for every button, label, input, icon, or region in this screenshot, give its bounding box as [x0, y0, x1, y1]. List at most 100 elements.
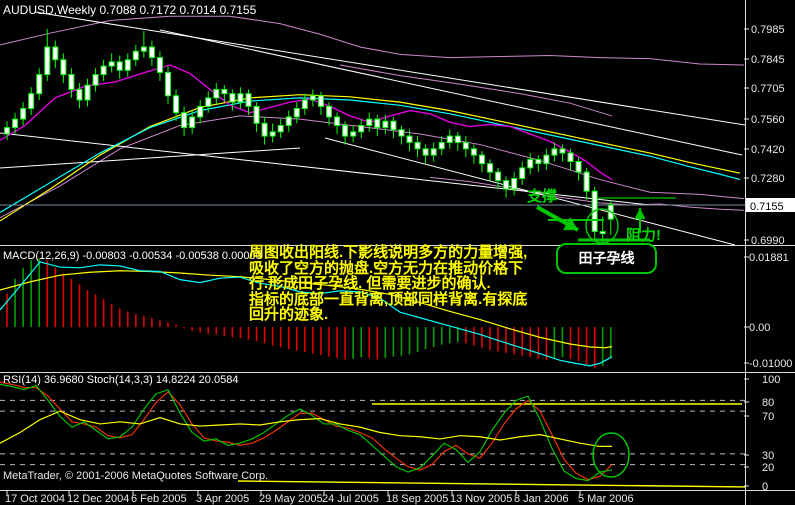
candle-body: [68, 74, 75, 90]
analysis-note-line: 行.形成田子孕线. 但需要进步的确认.: [249, 275, 491, 292]
candle-body: [567, 152, 574, 163]
candle-body: [213, 88, 220, 99]
metatrader-chart-window: 0.7985 0.7845 0.7705 0.7560 0.7420 0.7280 0.69…: [0, 0, 795, 505]
rsi-tick-label: 0: [762, 481, 768, 493]
candle-body: [36, 74, 43, 95]
candle-body: [583, 171, 590, 192]
candle-body: [52, 46, 59, 61]
candle-body: [148, 46, 155, 59]
candle-body: [350, 131, 357, 137]
analysis-note-line: 吸收了空方的抛盘.空方无力在推动价格下: [249, 259, 524, 277]
rsi-yellow-trendline-2: [237, 480, 745, 488]
price-tick-label: 0.7560: [751, 114, 785, 126]
candle-body: [334, 116, 341, 126]
macd-tick-label: 0.00: [749, 322, 770, 334]
candle-body: [173, 95, 180, 114]
rsi-line: [0, 410, 612, 448]
candle-body: [181, 112, 188, 129]
candle-body: [156, 57, 163, 73]
date-label: 29 May 2005: [259, 493, 323, 505]
rsi-tick-label: 100: [762, 374, 780, 386]
rsi-indicator-label: RSI(14) 36.9680 Stoch(14,3,3) 14.8224 20…: [3, 374, 239, 386]
date-label: 3 Apr 2005: [196, 493, 249, 505]
candle-body: [317, 95, 324, 107]
candle-body: [414, 141, 421, 150]
candle-body: [398, 129, 405, 137]
analysis-note-line: 周图收出阳线.下影线说明多方的力量增强,: [249, 244, 528, 261]
candle-body: [446, 135, 453, 143]
candle-body: [495, 171, 502, 182]
envelope-upper-band: [339, 64, 613, 117]
candle-body: [519, 167, 526, 179]
candle-body: [293, 107, 300, 118]
candle-body: [12, 118, 19, 129]
candle-body: [132, 50, 139, 61]
price-tick-label: 0.7705: [751, 83, 785, 95]
candle-body: [309, 95, 316, 101]
trendline-1: [34, 11, 745, 126]
harami-circle[interactable]: [585, 208, 619, 244]
candle-body: [100, 65, 107, 76]
candle-body: [430, 148, 437, 156]
ma-yellow: [0, 94, 741, 222]
macd-tick-label: -0.01000: [749, 358, 792, 370]
candle-body: [599, 231, 606, 235]
candle-body: [60, 59, 67, 76]
candle-body: [478, 154, 485, 165]
candle-body: [527, 158, 534, 169]
date-label: 17 Oct 2004: [5, 493, 65, 505]
candle-body: [4, 127, 10, 135]
analysis-note-line: 指标的底部一直背离,顶部同样背离.有探底: [249, 290, 528, 308]
candle-body: [342, 124, 349, 137]
pattern-callout-box[interactable]: 田子孕线: [556, 243, 657, 274]
candles: [4, 28, 614, 244]
main-price-pane[interactable]: [0, 11, 795, 245]
candle-body: [92, 74, 99, 86]
candle-body: [559, 148, 566, 154]
price-tick-label: 0.7420: [751, 144, 785, 156]
ma-cyan: [0, 97, 741, 213]
candle-body: [390, 120, 397, 131]
candle-body: [229, 93, 236, 103]
date-label: 24 Jul 2005: [322, 493, 379, 505]
candle-body: [261, 122, 268, 137]
candle-body: [269, 131, 276, 137]
date-label: 13 Nov 2005: [450, 493, 512, 505]
price-tick-label: 0.7280: [751, 173, 785, 185]
candle-body: [503, 180, 510, 190]
price-tick-label: 0.6990: [751, 235, 785, 247]
candle-body: [551, 148, 558, 156]
candle-body: [221, 88, 228, 95]
candle-body: [189, 116, 196, 129]
candle-body: [140, 46, 147, 52]
support-label: 支撑: [527, 188, 558, 205]
candle-body: [487, 163, 493, 173]
candle-body: [462, 141, 469, 150]
candle-body: [84, 84, 91, 101]
candle-body: [301, 99, 308, 109]
price-tick-label: 0.7845: [751, 54, 785, 66]
candle-body: [575, 161, 582, 173]
copyright-text: MetaTrader, © 2001-2006 MetaQuotes Softw…: [3, 470, 269, 482]
candle-body: [382, 120, 389, 129]
candle-body: [470, 148, 477, 156]
rsi-tick-label: 80: [762, 397, 774, 409]
date-label: 18 Sep 2005: [386, 493, 448, 505]
candle-body: [277, 124, 284, 133]
candle-body: [44, 46, 51, 76]
rsi-tick-label: 30: [762, 450, 774, 462]
rsi-tick-label: 20: [762, 462, 774, 474]
candle-body: [20, 107, 27, 120]
candle-body: [205, 97, 212, 107]
candle-body: [511, 177, 518, 190]
candle-body: [76, 88, 83, 101]
candle-body: [28, 93, 35, 109]
resistance-label: 阻力!: [626, 227, 661, 244]
candle-body: [358, 124, 365, 133]
rsi-tick-label: 70: [762, 411, 774, 423]
candle-body: [374, 118, 381, 129]
candle-body: [124, 59, 131, 71]
candle-body: [285, 116, 292, 126]
candle-body: [245, 93, 252, 107]
price-tick-label: 0.7985: [751, 24, 785, 36]
